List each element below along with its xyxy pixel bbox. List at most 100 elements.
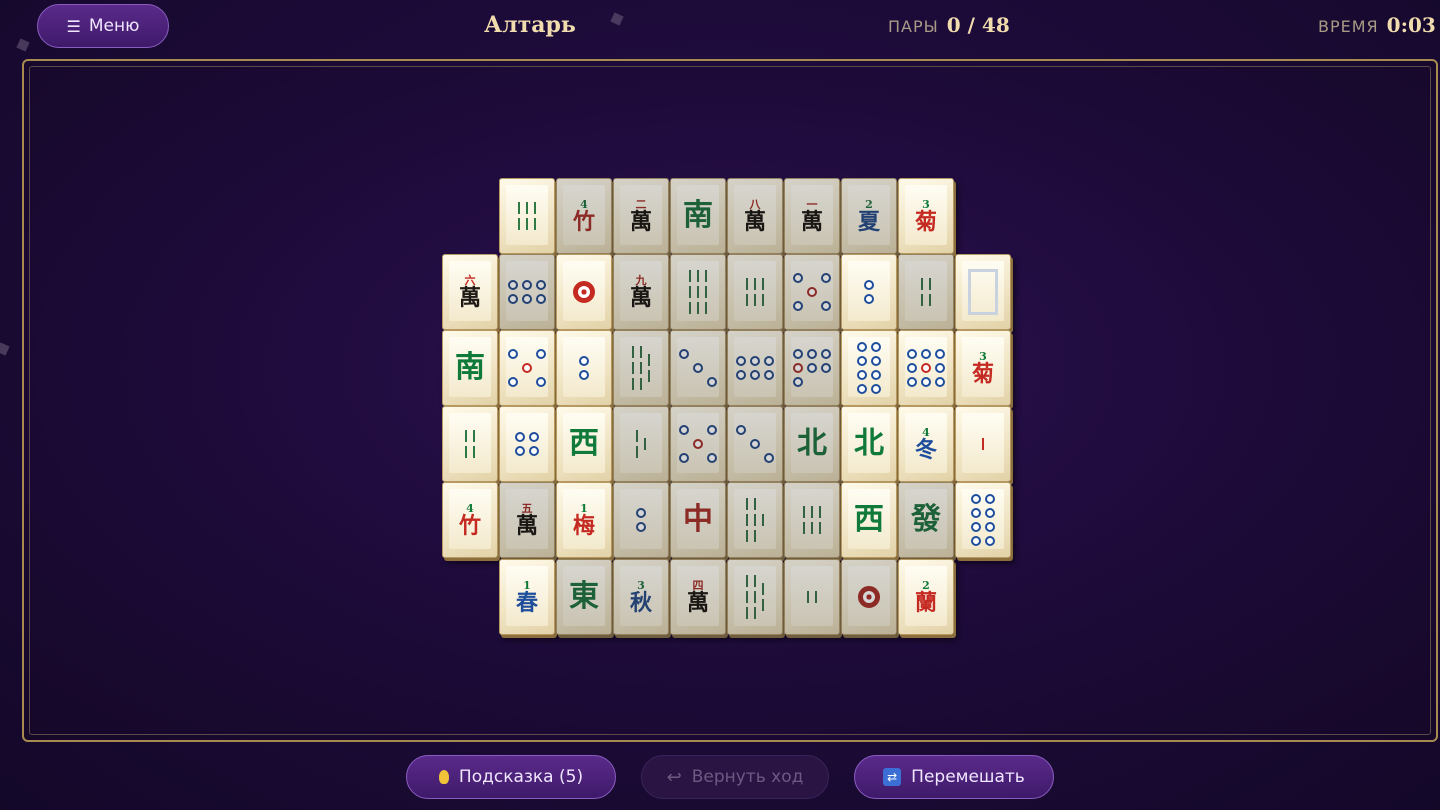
mahjong-tile-dot1[interactable] [556,254,612,330]
tile-symbol: 四萬 [687,580,709,614]
tile-character: 春 [515,590,538,616]
bamboo-pattern [632,344,650,392]
mahjong-tile-bamboo[interactable] [442,406,498,482]
mahjong-tile-wind[interactable]: 南 [670,178,726,254]
mahjong-tile-bamboo[interactable] [727,559,783,635]
bamboo-pattern [746,276,764,308]
bamboo-pattern [803,504,821,536]
mahjong-tile-season[interactable]: 2夏 [841,178,897,254]
lightbulb-icon [438,770,449,784]
timer: ВРЕМЯ 0:03 [1318,13,1436,37]
mahjong-tile-flower[interactable]: 1梅 [556,482,612,558]
dot-pattern [971,494,995,546]
bamboo-column [632,344,634,392]
mahjong-tile-bamboo[interactable] [955,406,1011,482]
mahjong-tile-wan[interactable]: 六萬 [442,254,498,330]
mahjong-tile-dots[interactable] [613,482,669,558]
undo-button[interactable]: ↩ Вернуть ход [641,755,829,799]
dot-pattern [515,432,539,456]
bamboo-column [746,496,748,544]
tile-character: 夏 [857,209,880,235]
dot [764,425,774,435]
mahjong-tile-bamboo[interactable] [613,406,669,482]
mahjong-tile-bamboo[interactable] [499,178,555,254]
mahjong-tile-wan[interactable]: 五萬 [499,482,555,558]
mahjong-tile-wan[interactable]: 二萬 [613,178,669,254]
hint-button[interactable]: Подсказка (5) [406,755,616,799]
dot [921,377,931,387]
mahjong-tile-wan[interactable]: 四萬 [670,559,726,635]
bottom-toolbar: Подсказка (5) ↩ Вернуть ход ⇄ Перемешать [0,753,1440,803]
mahjong-tile-dots[interactable] [898,330,954,406]
mahjong-tile-wind[interactable]: 北 [784,406,840,482]
dot [857,370,867,380]
mahjong-tile-dots[interactable] [499,406,555,482]
mahjong-tile-wan[interactable]: 九萬 [613,254,669,330]
mahjong-tile-flower[interactable]: 3菊 [898,178,954,254]
dot [807,287,817,297]
mahjong-tile-wan[interactable]: 一萬 [784,178,840,254]
tile-symbol: 1梅 [573,503,595,537]
menu-button[interactable]: ☰ Меню [37,4,169,48]
mahjong-tile-wind[interactable]: 東 [556,559,612,635]
mahjong-tile-bamboo[interactable] [727,482,783,558]
circles-symbol [971,494,995,546]
mahjong-tile-wind[interactable]: 南 [442,330,498,406]
dot [515,432,525,442]
dot [935,363,945,373]
mahjong-tile-wind[interactable]: 西 [556,406,612,482]
mahjong-tile-flower[interactable]: 4竹 [442,482,498,558]
tile-character: 竹 [458,513,481,539]
mahjong-tile-season[interactable]: 1春 [499,559,555,635]
mahjong-tile-bamboo[interactable] [784,482,840,558]
wind-character: 南 [683,198,713,233]
dot-pattern [736,425,774,463]
tile-character: 萬 [629,209,652,235]
bamboo-column [929,276,931,308]
mahjong-tile-wind[interactable]: 西 [841,482,897,558]
mahjong-tile-dots[interactable] [841,330,897,406]
mahjong-tile-dot1[interactable] [841,559,897,635]
mahjong-tile-season[interactable]: 4冬 [898,406,954,482]
tile-symbol: 二萬 [630,199,652,233]
dot [529,446,539,456]
mahjong-tile-dots[interactable] [499,254,555,330]
mahjong-tile-dots[interactable] [955,482,1011,558]
mahjong-tile-bamboo[interactable] [613,330,669,406]
mahjong-tile-dots[interactable] [841,254,897,330]
mahjong-tile-bamboo[interactable] [727,254,783,330]
mahjong-tile-bamboo[interactable] [898,254,954,330]
mahjong-tile-flower[interactable]: 3菊 [955,330,1011,406]
dot [693,363,703,373]
bamboo-stick [762,583,764,595]
mahjong-tile-flower[interactable]: 4竹 [556,178,612,254]
dot [764,356,774,366]
mahjong-tile-wind[interactable]: 北 [841,406,897,482]
mahjong-tile-dots[interactable] [727,406,783,482]
mahjong-tile-dots[interactable] [670,406,726,482]
mahjong-tile-dots[interactable] [499,330,555,406]
mahjong-tile-dots[interactable] [784,330,840,406]
mahjong-tile-white[interactable] [955,254,1011,330]
mahjong-tile-bamboo[interactable] [670,254,726,330]
mahjong-tile-dragon_red[interactable]: 中 [670,482,726,558]
wind-character: 北 [854,426,884,461]
dot [736,425,746,435]
game-board: 4竹二萬南八萬一萬2夏3菊六萬九萬南3菊西北北4冬4竹五萬1梅中西發1春東3秋四… [22,59,1438,742]
mahjong-tile-bamboo[interactable] [784,559,840,635]
mahjong-tile-dots[interactable] [727,330,783,406]
mahjong-tile-dragon_green[interactable]: 發 [898,482,954,558]
bamboo-column [473,428,475,460]
dot [679,453,689,463]
circles-symbol [736,425,774,463]
mahjong-tile-dots[interactable] [784,254,840,330]
tile-symbol: 3菊 [972,351,994,385]
bamboo-stick [746,294,748,306]
mahjong-tile-flower[interactable]: 2蘭 [898,559,954,635]
circles-symbol [636,508,646,532]
mahjong-tile-season[interactable]: 3秋 [613,559,669,635]
mahjong-tile-dots[interactable] [670,330,726,406]
shuffle-button[interactable]: ⇄ Перемешать [854,755,1054,799]
mahjong-tile-wan[interactable]: 八萬 [727,178,783,254]
mahjong-tile-dots[interactable] [556,330,612,406]
